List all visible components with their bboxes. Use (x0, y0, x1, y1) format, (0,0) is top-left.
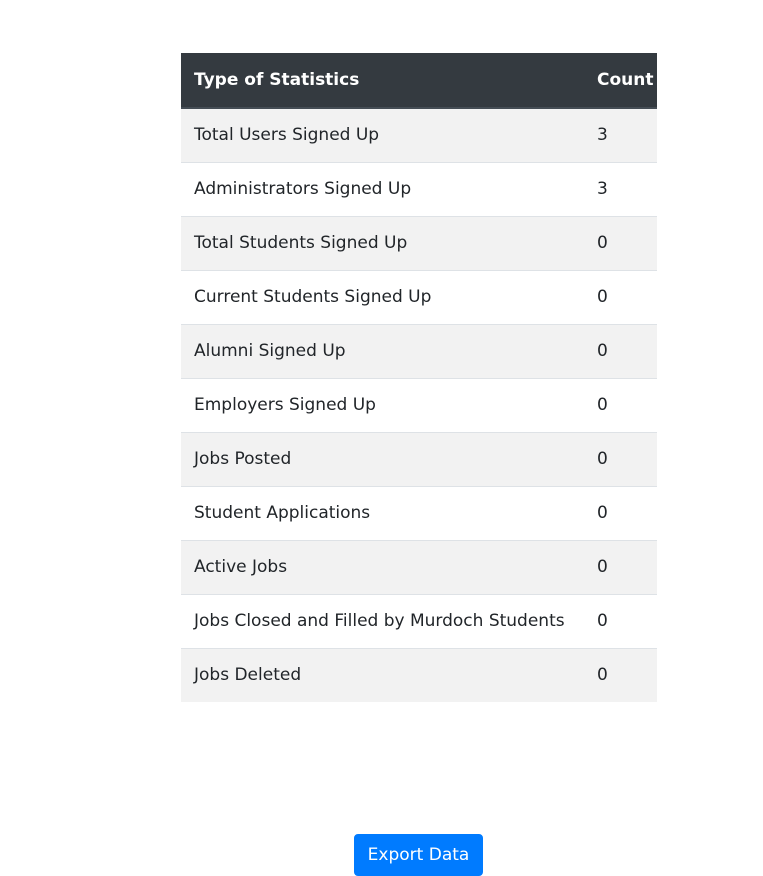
row-count: 0 (589, 647, 657, 702)
row-label: Employers Signed Up (181, 377, 589, 432)
row-count: 0 (589, 431, 657, 486)
row-label: Jobs Posted (181, 431, 589, 486)
table-row: Alumni Signed Up 0 (181, 323, 657, 378)
row-label: Current Students Signed Up (181, 269, 589, 324)
table-row: Current Students Signed Up 0 (181, 269, 657, 324)
row-label: Alumni Signed Up (181, 323, 589, 378)
row-count: 0 (589, 215, 657, 270)
table-row: Total Users Signed Up 3 (181, 108, 657, 162)
table-row: Student Applications 0 (181, 485, 657, 540)
table-row: Employers Signed Up 0 (181, 377, 657, 432)
table-row: Jobs Posted 0 (181, 431, 657, 486)
row-count: 0 (589, 377, 657, 432)
export-data-button[interactable]: Export Data (354, 834, 483, 876)
table-row: Jobs Closed and Filled by Murdoch Studen… (181, 593, 657, 648)
row-count: 3 (589, 161, 657, 216)
table-body: Total Users Signed Up 3 Administrators S… (181, 108, 657, 702)
row-label: Total Students Signed Up (181, 215, 589, 270)
table-row: Active Jobs 0 (181, 539, 657, 594)
table-header-row: Type of Statistics Count (181, 53, 657, 109)
row-count: 0 (589, 323, 657, 378)
row-label: Student Applications (181, 485, 589, 540)
row-label: Jobs Deleted (181, 647, 589, 702)
row-count: 3 (589, 108, 657, 162)
row-count: 0 (589, 269, 657, 324)
row-count: 0 (589, 539, 657, 594)
row-label: Active Jobs (181, 539, 589, 594)
table-row: Jobs Deleted 0 (181, 647, 657, 702)
row-count: 0 (589, 485, 657, 540)
row-label: Total Users Signed Up (181, 108, 589, 162)
row-count: 0 (589, 593, 657, 648)
header-count: Count (589, 53, 657, 109)
table-row: Total Students Signed Up 0 (181, 215, 657, 270)
row-label: Jobs Closed and Filled by Murdoch Studen… (181, 593, 589, 648)
table-header: Type of Statistics Count (181, 53, 657, 109)
table-row: Administrators Signed Up 3 (181, 161, 657, 216)
row-label: Administrators Signed Up (181, 161, 589, 216)
statistics-page: Type of Statistics Count Total Users Sig… (0, 0, 763, 876)
statistics-table: Type of Statistics Count Total Users Sig… (181, 53, 657, 702)
header-type-of-statistics: Type of Statistics (181, 53, 589, 109)
